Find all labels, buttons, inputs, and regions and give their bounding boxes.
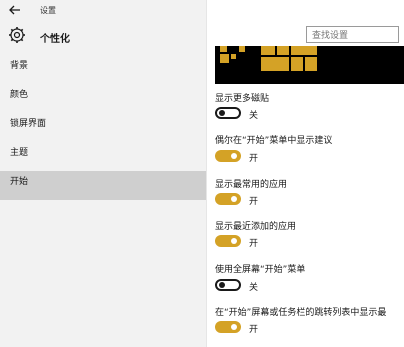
gear-icon xyxy=(9,27,25,43)
toggle-knob xyxy=(219,110,225,116)
setting-label-full-screen: 使用全屏幕“开始”菜单 xyxy=(215,265,306,275)
sidebar: 设置 个性化 背景 颜色 锁屏界面 主题 开始 xyxy=(0,0,207,347)
toggle-state-most-used: 开 xyxy=(249,197,259,207)
sidebar-item-colors[interactable]: 颜色 xyxy=(0,84,206,113)
toggle-state-suggestions: 开 xyxy=(249,154,259,164)
page-header: 个性化 xyxy=(0,20,206,52)
toggle-state-more-tiles: 关 xyxy=(249,111,259,121)
setting-label-more-tiles: 显示更多磁贴 xyxy=(215,94,270,104)
setting-label-most-used: 显示最常用的应用 xyxy=(215,180,288,190)
toggle-suggestions[interactable] xyxy=(215,150,241,162)
toggle-most-used[interactable] xyxy=(215,193,241,205)
search-input[interactable] xyxy=(306,26,399,43)
setting-label-suggestions: 偶尔在“开始”菜单中显示建议 xyxy=(215,136,333,146)
toggle-knob xyxy=(231,324,237,330)
toggle-recently-added[interactable] xyxy=(215,235,241,247)
title-bar: 设置 xyxy=(0,0,206,20)
toggle-knob xyxy=(219,282,225,288)
toggle-more-tiles[interactable] xyxy=(215,107,241,119)
toggle-state-recently-added: 开 xyxy=(249,239,259,249)
sidebar-item-themes[interactable]: 主题 xyxy=(0,142,206,171)
toggle-jump-lists[interactable] xyxy=(215,321,241,333)
page-title: 个性化 xyxy=(40,34,70,45)
back-arrow-icon[interactable] xyxy=(8,3,22,17)
toggle-knob xyxy=(231,196,237,202)
start-menu-preview xyxy=(215,46,404,84)
toggle-state-jump-lists: 开 xyxy=(249,325,259,335)
window-title: 设置 xyxy=(40,6,56,15)
setting-label-recently-added: 显示最近添加的应用 xyxy=(215,222,297,232)
toggle-knob xyxy=(231,238,237,244)
sidebar-nav: 背景 颜色 锁屏界面 主题 开始 xyxy=(0,55,206,200)
toggle-knob xyxy=(231,153,237,159)
setting-label-jump-lists: 在“开始”屏幕或任务栏的跳转列表中显示最 xyxy=(215,308,387,318)
sidebar-item-lock-screen[interactable]: 锁屏界面 xyxy=(0,113,206,142)
toggle-full-screen[interactable] xyxy=(215,279,241,291)
toggle-state-full-screen: 关 xyxy=(249,283,259,293)
sidebar-item-start[interactable]: 开始 xyxy=(0,171,206,200)
sidebar-item-background[interactable]: 背景 xyxy=(0,55,206,84)
